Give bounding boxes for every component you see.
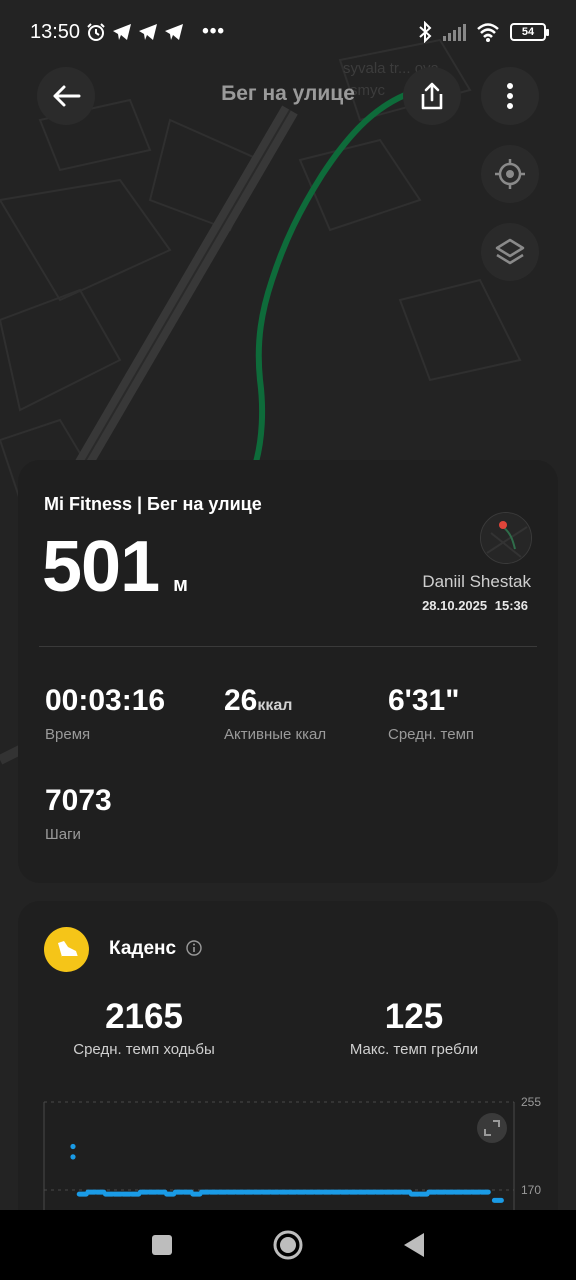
more-options-button[interactable] (481, 67, 539, 125)
workout-summary-card: Mi Fitness | Бег на улице 501 м Daniil S… (18, 460, 558, 883)
info-icon[interactable] (186, 940, 202, 956)
stat-active-kcal: 26ккал Активные ккал (224, 684, 326, 743)
workout-source-title: Mi Fitness | Бег на улице (44, 494, 262, 514)
distance: 501 м (42, 526, 188, 608)
recents-icon[interactable] (151, 1234, 173, 1256)
distance-value: 501 (42, 527, 160, 607)
telegram-icon (165, 24, 184, 40)
cadence-title: Каденс (109, 938, 177, 959)
locate-button[interactable] (481, 145, 539, 203)
share-icon (421, 82, 443, 110)
share-button[interactable] (403, 67, 461, 125)
more-vertical-icon (507, 83, 513, 109)
layers-icon (495, 238, 525, 265)
screen: syvala tr... ova smyc 13:50 ••• 54 Бег н… (0, 0, 576, 1280)
navigation-bar (0, 1210, 576, 1280)
cadence-avg-stat: 2165 Средн. темп ходьбы (34, 997, 254, 1058)
cadence-max-stat: 125 Макс. темп гребли (304, 997, 524, 1058)
stat-steps-label: Шаги (45, 826, 81, 843)
cadence-icon (44, 927, 89, 972)
shoe-icon (57, 940, 78, 958)
user-avatar[interactable] (480, 512, 532, 564)
back-nav-icon[interactable] (403, 1232, 425, 1258)
stat-steps-value: 7073 (45, 784, 112, 817)
divider (39, 646, 537, 647)
stat-kcal-label: Активные ккал (224, 726, 327, 743)
route-thumbnail-icon (481, 513, 531, 563)
stat-kcal-unit: ккал (257, 697, 293, 714)
stat-time: 00:03:16 Время (45, 684, 165, 743)
stat-pace-label: Средн. темп (388, 726, 475, 743)
cadence-avg-label: Средн. темп ходьбы (73, 1041, 215, 1058)
telegram-icon (113, 24, 132, 40)
cadence-point (70, 1154, 76, 1160)
expand-chart-button[interactable] (477, 1113, 507, 1143)
stat-time-value: 00:03:16 (45, 684, 166, 717)
alarm-icon (87, 23, 105, 41)
cadence-max-label: Макс. темп гребли (349, 1041, 479, 1058)
cadence-max-value: 125 (384, 997, 444, 1036)
locate-icon (495, 159, 525, 189)
home-icon[interactable] (273, 1230, 303, 1260)
map-layers-button[interactable] (481, 223, 539, 281)
cadence-point (491, 1197, 504, 1203)
distance-unit: м (173, 574, 188, 596)
status-time: 13:50 (30, 20, 81, 43)
user-name: Daniil Shestak (422, 572, 531, 591)
stat-pace-value: 6'31" (388, 684, 460, 717)
cadence-point (70, 1143, 76, 1150)
y-tick-mid: 170 (521, 1183, 541, 1197)
signal-icon (443, 24, 466, 41)
status-bar: 13:50 ••• 54 (0, 0, 576, 64)
stat-avg-pace: 6'31" Средн. темп (388, 684, 474, 743)
cadence-card: Каденс 2165 Средн. темп ходьбы 125 Макс.… (18, 901, 558, 1231)
cadence-avg-value: 2165 (105, 997, 183, 1036)
stat-time-label: Время (45, 726, 91, 743)
stat-steps: 7073 Шаги (45, 784, 112, 843)
workout-datetime: 28.10.2025 15:36 (422, 598, 528, 613)
cadence-point (478, 1189, 491, 1195)
y-tick-top: 255 (521, 1095, 541, 1109)
battery-indicator: 54 (510, 23, 549, 41)
wifi-icon (477, 23, 499, 42)
more-notifications-icon: ••• (202, 21, 226, 42)
telegram-icon (139, 24, 158, 40)
bluetooth-icon (419, 21, 432, 43)
stat-kcal-value: 26 (224, 684, 258, 717)
